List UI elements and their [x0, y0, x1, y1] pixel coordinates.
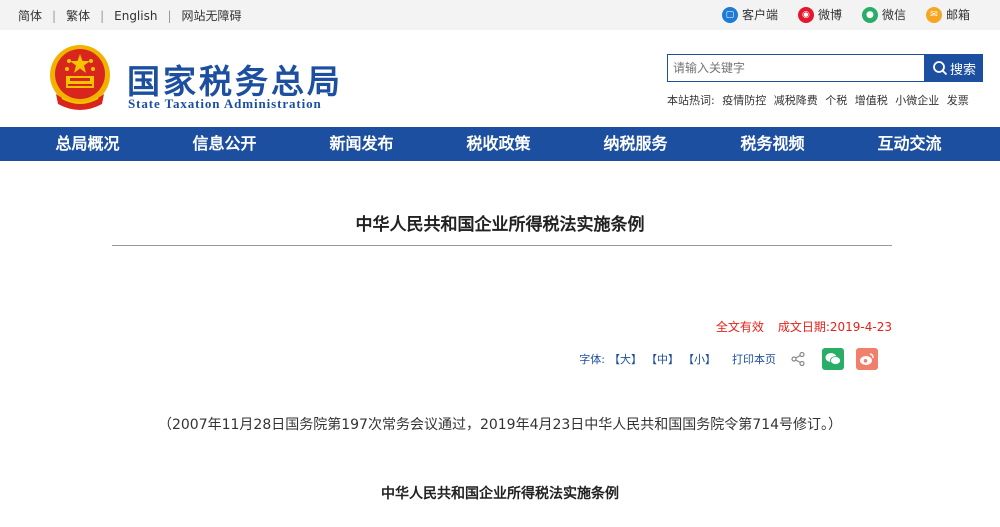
separator: |	[167, 8, 172, 23]
site-header: 国家税务总局 State Taxation Administration 搜索 …	[0, 30, 1000, 127]
article-subtitle: 中华人民共和国企业所得税法实施条例	[381, 486, 619, 502]
nav-item-interaction[interactable]: 互动交流	[841, 127, 978, 161]
hot-word[interactable]: 发票	[947, 94, 969, 107]
link-simplified[interactable]: 简体	[18, 7, 42, 24]
font-size-label: 字体:	[579, 353, 605, 366]
article-meta: 全文有效 成文日期:2019-4-23	[716, 318, 892, 335]
wechat-label: 微信	[881, 8, 906, 22]
search-button[interactable]: 搜索	[925, 54, 983, 82]
search-icon	[933, 61, 948, 76]
separator: |	[52, 8, 57, 23]
main-nav: 总局概况 信息公开 新闻发布 税收政策 纳税服务 税务视频 互动交流	[0, 127, 1000, 161]
document-date: 成文日期:2019-4-23	[778, 318, 892, 335]
hot-word[interactable]: 小微企业	[895, 94, 939, 107]
weibo-link[interactable]: ◉ 微博	[797, 6, 842, 23]
mail-link[interactable]: ✉ 邮箱	[925, 6, 970, 23]
hot-words-label: 本站热词:	[667, 94, 715, 107]
validity-status: 全文有效	[715, 320, 764, 334]
wechat-icon: ●	[861, 6, 878, 23]
font-large-button[interactable]: 【大】	[609, 351, 642, 367]
wechat-link[interactable]: ● 微信	[861, 6, 906, 23]
article-note: （2007年11月28日国务院第197次常务会议通过，2019年4月23日中华人…	[157, 417, 843, 433]
nav-item-taxpayer-service[interactable]: 纳税服务	[567, 127, 704, 161]
hot-word[interactable]: 个税	[825, 94, 847, 107]
top-bar: 简体 | 繁体 | English | 网站无障碍 ▢ 客户端 ◉ 微博 ● 微…	[0, 0, 1000, 30]
nav-item-tax-policy[interactable]: 税收政策	[430, 127, 567, 161]
social-links: ▢ 客户端 ◉ 微博 ● 微信 ✉ 邮箱	[721, 6, 970, 23]
hot-words: 本站热词: 疫情防控 减税降费 个税 增值税 小微企业 发票	[667, 92, 973, 108]
share-icon[interactable]	[790, 351, 806, 367]
app-icon: ▢	[721, 6, 738, 23]
font-small-button[interactable]: 【小】	[683, 351, 716, 367]
hot-word[interactable]: 增值税	[855, 94, 888, 107]
date-label: 成文日期:	[777, 320, 830, 334]
language-links: 简体 | 繁体 | English | 网站无障碍	[18, 7, 242, 24]
separator: |	[100, 8, 105, 23]
search-button-label: 搜索	[949, 61, 976, 77]
nav-item-info-disclosure[interactable]: 信息公开	[156, 127, 293, 161]
site-title-english[interactable]: State Taxation Administration	[128, 96, 322, 112]
mail-icon: ✉	[925, 6, 942, 23]
print-button[interactable]: 打印本页	[732, 351, 776, 367]
weibo-label: 微博	[817, 8, 842, 22]
link-accessibility[interactable]: 网站无障碍	[182, 7, 242, 24]
mail-label: 邮箱	[945, 8, 970, 22]
font-medium-button[interactable]: 【中】	[646, 351, 679, 367]
date-value: 2019-4-23	[829, 320, 892, 334]
weibo-icon: ◉	[797, 6, 814, 23]
nav-item-tax-video[interactable]: 税务视频	[704, 127, 841, 161]
article-tools: 字体: 【大】 【中】 【小】 打印本页	[579, 348, 882, 370]
search-input[interactable]	[667, 54, 925, 82]
hot-word[interactable]: 减税降费	[774, 94, 818, 107]
link-traditional[interactable]: 繁体	[66, 7, 90, 24]
title-divider	[112, 245, 892, 246]
wechat-share-icon[interactable]	[822, 348, 844, 370]
client-link[interactable]: ▢ 客户端	[721, 6, 778, 23]
national-emblem-icon[interactable]	[48, 42, 112, 114]
client-label: 客户端	[741, 8, 778, 22]
nav-item-overview[interactable]: 总局概况	[19, 127, 156, 161]
nav-item-news[interactable]: 新闻发布	[293, 127, 430, 161]
article-title: 中华人民共和国企业所得税法实施条例	[355, 215, 645, 235]
hot-word[interactable]: 疫情防控	[722, 94, 766, 107]
link-english[interactable]: English	[114, 9, 157, 23]
weibo-share-icon[interactable]	[856, 348, 878, 370]
